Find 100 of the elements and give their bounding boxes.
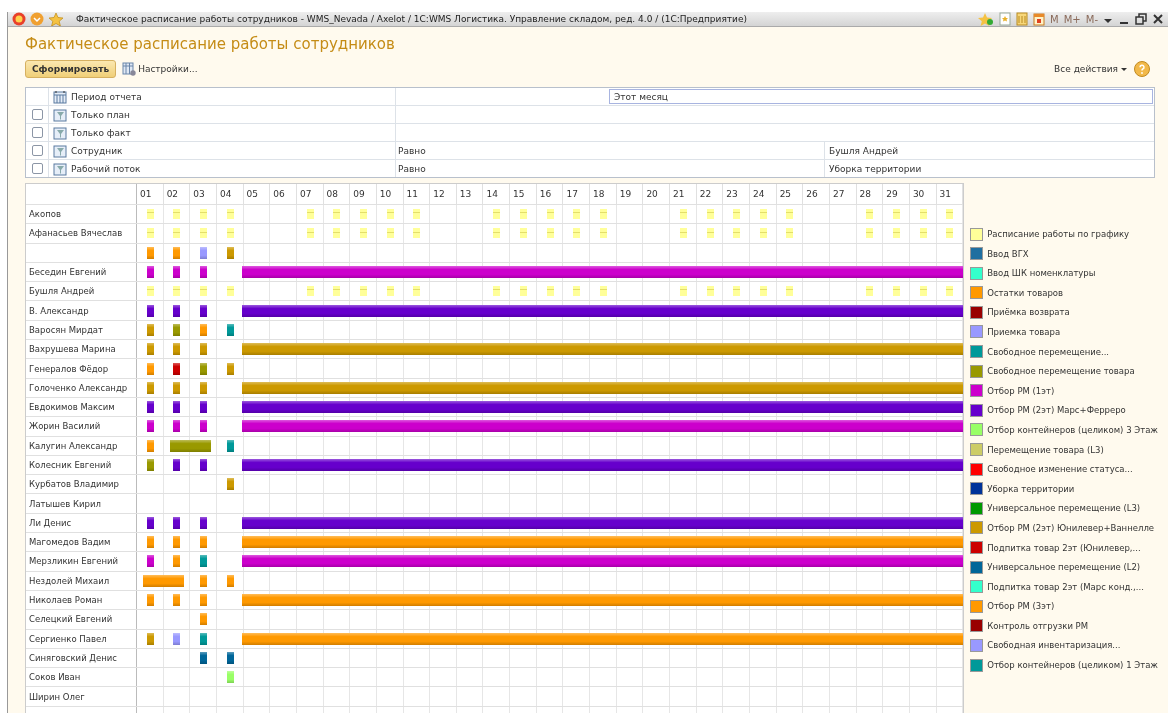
filter-value: Уборка территории	[828, 162, 923, 176]
legend-label: Ввод ШК номенклатуры	[987, 268, 1096, 279]
employee-name: Евдокимов Максим	[26, 397, 137, 417]
day-header: 01	[137, 184, 164, 204]
day-header: 27	[829, 184, 857, 204]
bookmark-icon[interactable]	[999, 12, 1012, 26]
star-icon[interactable]	[48, 12, 64, 26]
day-header: 12	[430, 184, 457, 204]
day-header: 20	[643, 184, 671, 204]
filter-icon	[53, 143, 67, 158]
employee-name: Акопов	[26, 205, 137, 224]
calendar-icon[interactable]	[1033, 12, 1046, 26]
dropdown-icon[interactable]	[30, 12, 44, 26]
day-header: 25	[776, 184, 804, 204]
employee-name: Генералов Фёдор	[26, 359, 137, 378]
legend-label: Отбор РМ (3эт)	[987, 601, 1055, 612]
table-gear-icon	[122, 62, 137, 76]
employee-name: Калугин Александр	[26, 436, 137, 455]
settings-button[interactable]: Настройки...	[120, 60, 200, 78]
checkbox[interactable]	[31, 127, 43, 138]
employee-name: Беседин Евгений	[26, 262, 137, 282]
employee-name: Магомедов Вадим	[26, 533, 137, 552]
legend-label: Отбор РМ (2эт) Марс+Ферреро	[987, 405, 1126, 416]
day-header: 02	[163, 184, 191, 204]
employee-name: Вахрушева Марина	[26, 340, 137, 359]
day-header: 23	[723, 184, 750, 204]
checkbox[interactable]	[31, 145, 43, 156]
legend-label: Расписание работы по графику	[987, 229, 1130, 239]
window-title: Фактическое расписание работы сотрудников - WMS_Nevada / Axelot / 1С:WMS Логистика. Управление складом, ред. 4.0 / (1С:Предприятие)	[76, 14, 747, 24]
legend-label: Свободное перемещение...	[987, 346, 1110, 357]
employee-name: Сергиенко Павел	[26, 629, 137, 648]
day-header: 17	[563, 184, 591, 204]
employee-name: Курбатов Владимир	[26, 475, 137, 494]
day-header: 11	[403, 184, 431, 204]
employee-name: Латышев Кирил	[26, 494, 137, 513]
condition-text: Равно	[396, 160, 825, 177]
generate-button[interactable]: Сформировать	[25, 60, 117, 78]
legend-label: Свободная инвентаризация...	[987, 640, 1121, 651]
employee-name: Селецкий Евгений	[26, 610, 137, 629]
legend-label: Подпитка товар 2эт (Марс конд.,...	[987, 581, 1144, 592]
employee-name: Ширин Олег	[26, 687, 137, 706]
calendar-icon	[53, 89, 67, 104]
memory-button[interactable]: M-	[1085, 13, 1098, 25]
day-header: 18	[590, 184, 617, 204]
day-header: 26	[803, 184, 830, 204]
employee-name: Варосян Мирдат	[26, 320, 137, 340]
employee-name: Бушля Андрей	[26, 282, 137, 301]
filter-label: Период отчета	[71, 91, 142, 102]
day-header: 06	[270, 184, 297, 204]
filter-label: Сотрудник	[71, 145, 123, 156]
day-header: 09	[350, 184, 377, 204]
all-actions-menu[interactable]: Все действия	[1052, 62, 1130, 76]
day-header: 08	[323, 184, 351, 204]
legend-label: Отбор контейнеров (целиком) 3 Этаж	[987, 424, 1158, 435]
legend-label: Остатки товаров	[987, 287, 1063, 298]
legend-label: Универсальное перемещение (L3)	[987, 503, 1141, 514]
day-header: 30	[909, 184, 937, 204]
day-header: 13	[456, 184, 484, 204]
period-field[interactable]: Этот месяц	[609, 89, 1153, 104]
day-header: 22	[696, 184, 724, 204]
filter-label: Только план	[71, 109, 130, 120]
day-header: 16	[536, 184, 564, 204]
filter-label: Рабочий поток	[71, 163, 141, 174]
day-header: 15	[510, 184, 537, 204]
filter-label: Только факт	[71, 127, 131, 138]
day-header: 28	[856, 184, 884, 204]
legend-label: Ввод ВГХ	[987, 248, 1029, 259]
day-header: 04	[216, 184, 244, 204]
day-header: 21	[670, 184, 697, 204]
restore-icon[interactable]	[1135, 13, 1147, 25]
employee-name: В. Александр	[26, 301, 137, 320]
employee-name: Мерзликин Евгений	[26, 552, 137, 571]
app-logo-icon[interactable]	[12, 12, 26, 26]
memory-button[interactable]: M	[1050, 13, 1059, 25]
employee-name: Соков Иван	[26, 668, 137, 687]
filter-icon	[53, 107, 67, 122]
day-header: 07	[296, 184, 324, 204]
legend-label: Свободное изменение статуса...	[987, 464, 1133, 475]
employee-name: Николаев Роман	[26, 590, 137, 610]
condition-text: Равно	[396, 142, 825, 159]
star-icon[interactable]	[978, 12, 995, 26]
legend-label: Свободное перемещение товара	[987, 366, 1135, 377]
employee-name: Жорин Василий	[26, 417, 137, 436]
filter-icon	[53, 125, 67, 140]
memory-button[interactable]: M+	[1063, 13, 1081, 25]
employee-name: Голоченко Александр	[26, 378, 137, 397]
legend-label: Подпитка товар 2эт (Юнилевер,...	[987, 542, 1141, 553]
checkbox[interactable]	[31, 163, 43, 174]
day-header: 19	[616, 184, 644, 204]
legend-label: Отбор РМ (1эт)	[987, 385, 1055, 396]
close-icon[interactable]	[1152, 13, 1164, 25]
day-header: 10	[376, 184, 404, 204]
day-header: 29	[883, 184, 910, 204]
day-header: 03	[190, 184, 217, 204]
help-icon[interactable]	[1134, 61, 1150, 77]
filter-icon	[53, 161, 67, 176]
legend-label: Отбор РМ (2эт) Юнилевер+Ваннелле	[987, 522, 1155, 533]
caret-icon	[1120, 65, 1128, 73]
employee-name: Синяговский Денис	[26, 648, 137, 668]
checkbox[interactable]	[31, 109, 43, 120]
